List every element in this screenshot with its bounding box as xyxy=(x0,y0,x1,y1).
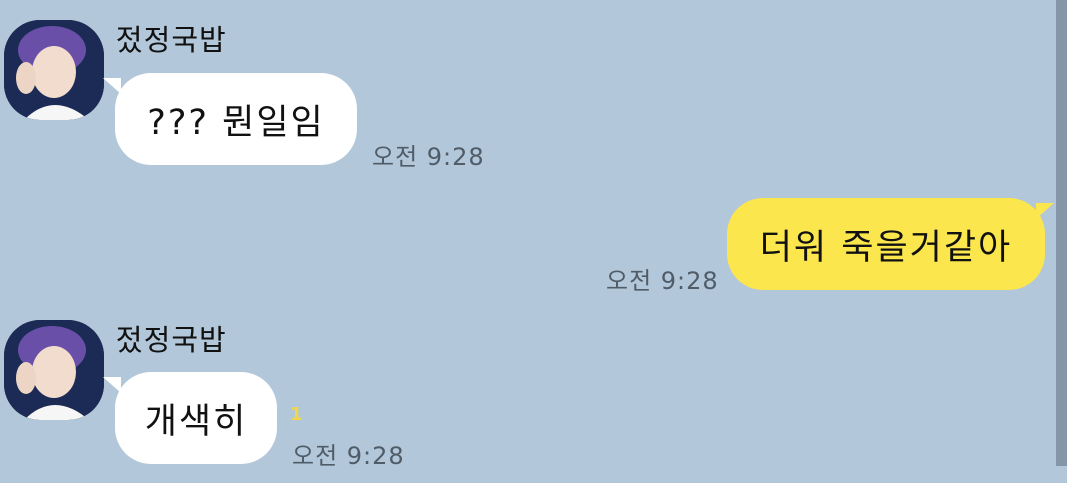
message-timestamp: 오전 9:28 xyxy=(606,267,719,295)
sender-name: 젔정국밥 xyxy=(116,323,227,357)
message-bubble-incoming[interactable]: 개색히 xyxy=(115,372,277,464)
scrollbar[interactable] xyxy=(1056,0,1067,466)
message-bubble-outgoing[interactable]: 더워 죽을거같아 xyxy=(727,198,1045,290)
message-text: 더워 죽을거같아 xyxy=(759,227,1013,268)
unread-count: 1 xyxy=(290,404,303,425)
message-text: 개색히 xyxy=(144,401,248,442)
bubble-tail xyxy=(103,377,121,393)
avatar-photo-icon xyxy=(4,320,104,420)
message-bubble-incoming[interactable]: ??? 뭔일임 xyxy=(115,73,357,165)
bubble-tail xyxy=(103,78,121,94)
avatar-photo-icon xyxy=(4,20,104,120)
sender-name: 젔정국밥 xyxy=(116,23,227,57)
message-timestamp: 오전 9:28 xyxy=(372,143,485,171)
message-text: ??? 뭔일임 xyxy=(147,102,325,143)
bubble-tail xyxy=(1036,203,1054,219)
message-timestamp: 오전 9:28 xyxy=(292,442,405,470)
avatar[interactable] xyxy=(4,320,104,420)
avatar[interactable] xyxy=(4,20,104,120)
